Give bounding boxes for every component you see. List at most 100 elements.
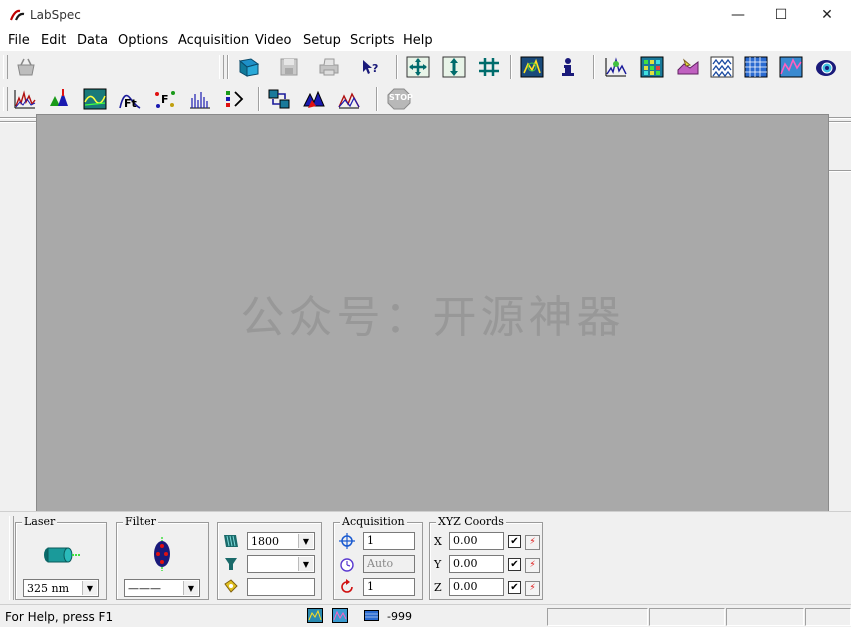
z-coord-field[interactable]: 0.00 <box>449 578 504 596</box>
main-workspace[interactable]: 公众号：开源神器 <box>36 114 829 512</box>
spectrum-icon[interactable] <box>12 87 38 111</box>
title-bar: LabSpec — ☐ ✕ <box>0 0 851 31</box>
x-go-button[interactable]: ⚡ <box>525 535 540 550</box>
grating-icon <box>224 535 238 547</box>
overlay-spectra-icon[interactable] <box>336 87 362 111</box>
laser-select[interactable]: 325 nm ▼ <box>23 579 99 597</box>
grid-icon[interactable] <box>743 55 769 79</box>
map-status-icon <box>307 608 323 623</box>
panel-grip[interactable] <box>9 516 14 600</box>
data-transfer-icon[interactable] <box>266 87 292 111</box>
laser-value: 325 nm <box>27 582 70 595</box>
laser-icon <box>44 547 81 563</box>
acquisition-time-field[interactable]: 1 <box>363 532 415 550</box>
multi-spectra-icon[interactable] <box>709 55 735 79</box>
spectra-3d-icon[interactable] <box>301 87 327 111</box>
fit-icon[interactable]: Ft <box>117 87 143 111</box>
clock-icon <box>340 558 354 572</box>
dock-splitter[interactable] <box>829 121 851 123</box>
print-icon[interactable] <box>316 55 342 79</box>
analysis-toolbar: Ft F STOP <box>0 83 851 116</box>
x-axis-label: X <box>434 535 442 548</box>
toolbar-grip[interactable] <box>3 55 8 79</box>
info-icon[interactable] <box>555 55 581 79</box>
dock-splitter[interactable] <box>829 170 851 172</box>
y-go-button[interactable]: ⚡ <box>525 558 540 573</box>
spectrum-map-icon[interactable] <box>603 55 629 79</box>
y-enable-checkbox[interactable]: ✔ <box>508 558 521 571</box>
toolbar-separator <box>227 55 228 79</box>
menu-data[interactable]: Data <box>77 33 108 48</box>
dropdown-arrow-icon[interactable]: ▼ <box>298 557 313 571</box>
dock-splitter[interactable] <box>0 121 36 123</box>
map-chart-icon[interactable] <box>778 55 804 79</box>
menu-video[interactable]: Video <box>255 33 291 48</box>
x-enable-checkbox[interactable]: ✔ <box>508 535 521 548</box>
peak-mark-icon[interactable] <box>47 87 73 111</box>
menu-setup[interactable]: Setup <box>303 33 341 48</box>
toolbar-separator <box>258 87 259 111</box>
minimize-button[interactable]: — <box>715 0 761 30</box>
multi-peak-icon[interactable] <box>187 87 213 111</box>
filter-group: Filter ——— ▼ <box>116 515 209 600</box>
grating-select[interactable]: 1800 ▼ <box>247 532 315 550</box>
dock-splitter[interactable] <box>829 117 851 119</box>
baseline-icon[interactable] <box>82 87 108 111</box>
menu-acquisition[interactable]: Acquisition <box>178 33 249 48</box>
status-pane <box>649 608 725 626</box>
x-coord-field[interactable]: 0.00 <box>449 532 504 550</box>
save-icon[interactable] <box>276 55 302 79</box>
move-stage-icon[interactable] <box>476 55 502 79</box>
accumulation-field[interactable]: 1 <box>363 578 415 596</box>
open-icon[interactable] <box>236 55 262 79</box>
hole-select[interactable]: ▼ <box>247 555 315 573</box>
dropdown-arrow-icon[interactable]: ▼ <box>82 581 97 595</box>
status-bar: For Help, press F1 -999 <box>0 604 851 627</box>
y-coord-field[interactable]: 0.00 <box>449 555 504 573</box>
left-dock <box>0 114 36 510</box>
target-icon <box>339 533 355 549</box>
laser-group: Laser 325 nm ▼ <box>15 515 107 600</box>
menu-file[interactable]: File <box>8 33 30 48</box>
menu-scripts[interactable]: Scripts <box>350 33 394 48</box>
z-enable-checkbox[interactable]: ✔ <box>508 581 521 594</box>
filter-select[interactable]: ——— ▼ <box>124 579 200 597</box>
bottom-control-panel: Laser 325 nm ▼ Filter ——— ▼ 1800 ▼ ▼ Acq… <box>0 511 851 604</box>
context-help-icon[interactable]: ? <box>358 55 384 79</box>
move-z-icon[interactable] <box>441 55 467 79</box>
menu-edit[interactable]: Edit <box>41 33 66 48</box>
menu-options[interactable]: Options <box>118 33 168 48</box>
toolbar-grip[interactable] <box>219 55 224 79</box>
status-pane <box>547 608 648 626</box>
close-button[interactable]: ✕ <box>804 0 850 30</box>
hand-map-icon[interactable] <box>675 55 701 79</box>
slit-field[interactable] <box>247 578 315 596</box>
math-icon[interactable] <box>222 87 248 111</box>
z-go-button[interactable]: ⚡ <box>525 581 540 596</box>
menu-help[interactable]: Help <box>403 33 433 48</box>
status-pane <box>805 608 851 626</box>
dropdown-arrow-icon[interactable]: ▼ <box>183 581 198 595</box>
move-xy-icon[interactable] <box>405 55 431 79</box>
detector-status-icon <box>364 610 379 621</box>
svg-text:F: F <box>161 93 169 106</box>
video-image-icon[interactable] <box>519 55 545 79</box>
stop-label: STOP <box>389 93 413 102</box>
toolbar-separator <box>396 55 397 79</box>
maximize-button[interactable]: ☐ <box>758 0 804 30</box>
filter-value: ——— <box>128 582 161 595</box>
grating-value: 1800 <box>251 535 279 548</box>
grid-map-icon[interactable] <box>639 55 665 79</box>
main-toolbar: ? <box>0 51 851 84</box>
stop-button[interactable]: STOP <box>386 87 413 111</box>
function-icon[interactable]: F <box>152 87 178 111</box>
watermark-text: 公众号：开源神器 <box>240 292 625 343</box>
toolbar-grip[interactable] <box>3 87 8 111</box>
status-pane <box>726 608 804 626</box>
dock-splitter[interactable] <box>0 117 36 119</box>
camera-icon[interactable] <box>813 55 839 79</box>
dropdown-arrow-icon[interactable]: ▼ <box>298 534 313 548</box>
basket-icon[interactable] <box>13 55 39 79</box>
spectrometer-group: 1800 ▼ ▼ <box>217 522 322 600</box>
window-title: LabSpec <box>30 8 81 22</box>
